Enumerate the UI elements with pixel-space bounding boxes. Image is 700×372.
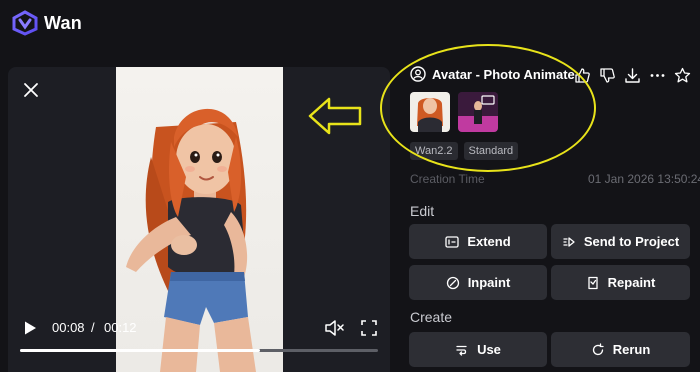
close-icon[interactable] xyxy=(22,81,40,99)
use-icon xyxy=(456,345,467,356)
action-icons xyxy=(574,67,691,84)
repaint-button[interactable]: Repaint xyxy=(551,265,690,300)
arrow-annotation xyxy=(308,97,362,135)
thumbs-down-icon[interactable] xyxy=(599,67,616,84)
thumbs-up-icon[interactable] xyxy=(574,67,591,84)
creation-time-label: Creation Time xyxy=(410,172,485,186)
brand-name: Wan xyxy=(44,12,82,33)
play-icon[interactable] xyxy=(22,320,38,336)
download-icon[interactable] xyxy=(624,67,641,84)
tag-quality: Standard xyxy=(463,142,519,160)
send-to-project-button[interactable]: Send to Project xyxy=(551,224,690,259)
mute-icon[interactable] xyxy=(324,319,344,337)
send-icon xyxy=(563,236,575,247)
use-button[interactable]: Use xyxy=(409,332,547,367)
player-controls: 00:08 / 00:12 xyxy=(8,317,390,339)
inpaint-icon xyxy=(446,276,459,289)
edit-heading: Edit xyxy=(410,203,435,219)
brand-logo[interactable]: Wan xyxy=(12,10,82,36)
page-title: Avatar - Photo Animate xyxy=(432,66,575,82)
use-label: Use xyxy=(477,342,501,357)
creation-time-value: 01 Jan 2026 13:50:24 xyxy=(588,172,700,186)
more-icon[interactable] xyxy=(649,67,666,84)
inpaint-label: Inpaint xyxy=(467,275,511,290)
progress-fill xyxy=(20,349,260,352)
current-time: 00:08 xyxy=(52,320,85,335)
thumbnail-source-image[interactable] xyxy=(410,92,450,132)
rerun-icon xyxy=(592,342,604,355)
tag-model: Wan2.2 xyxy=(410,142,458,160)
detail-header: Avatar - Photo Animate xyxy=(410,66,575,82)
total-time: 00:12 xyxy=(104,320,137,335)
wan-logo-icon xyxy=(12,10,38,36)
fullscreen-icon[interactable] xyxy=(360,319,378,337)
progress-bar[interactable] xyxy=(20,349,378,352)
extend-icon xyxy=(445,235,459,248)
star-icon[interactable] xyxy=(674,67,691,84)
rerun-label: Rerun xyxy=(612,342,651,357)
extend-button[interactable]: Extend xyxy=(409,224,547,259)
rerun-button[interactable]: Rerun xyxy=(551,332,690,367)
repaint-label: Repaint xyxy=(607,275,656,290)
extend-label: Extend xyxy=(467,234,511,249)
repaint-icon xyxy=(588,276,598,289)
avatar-icon xyxy=(410,66,426,82)
model-tags: Wan2.2 Standard xyxy=(410,142,519,160)
send-to-project-label: Send to Project xyxy=(583,234,680,249)
reference-thumbnails xyxy=(410,92,498,132)
create-heading: Create xyxy=(410,309,453,325)
thumbnail-reference-video[interactable] xyxy=(458,92,498,132)
inpaint-button[interactable]: Inpaint xyxy=(409,265,547,300)
time-separator: / xyxy=(91,320,95,335)
